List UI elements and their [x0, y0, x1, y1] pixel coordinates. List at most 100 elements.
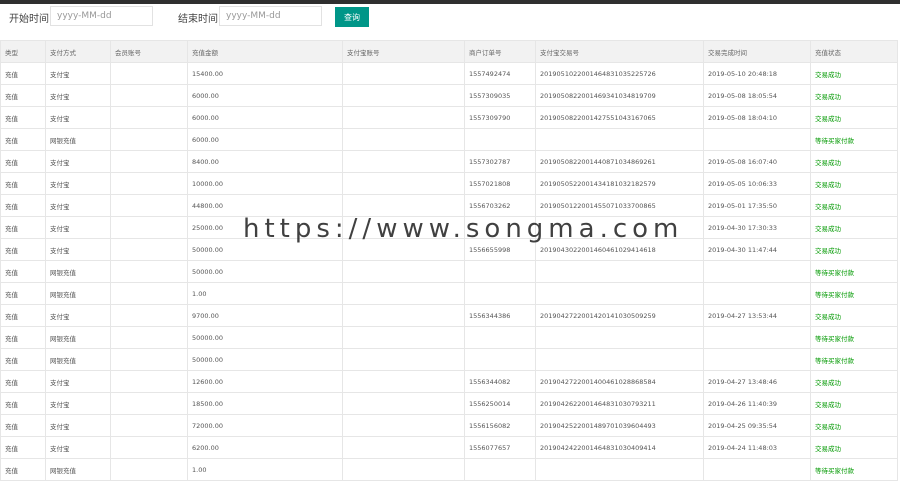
cell-trade: 2019050822001427551043167065 [535, 106, 704, 129]
cell-method: 网银充值 [45, 326, 111, 349]
cell-trade: 2019043022001460461029414618 [535, 238, 704, 261]
cell-type: 充值 [0, 84, 46, 107]
cell-time: 2019-04-25 09:35:54 [703, 414, 811, 437]
cell-time [703, 282, 811, 305]
cell-account [110, 194, 188, 217]
col-time-header: 交易完成时间 [703, 40, 811, 63]
cell-trade: 2019050822001440871034869261 [535, 150, 704, 173]
table-row: 充值 网银充值 1.00 等待买家付款 [0, 458, 898, 481]
cell-order [464, 128, 536, 151]
cell-alipay [342, 436, 465, 459]
col-account-header: 会员账号 [110, 40, 188, 63]
cell-type: 充值 [0, 436, 46, 459]
cell-status: 交易成功 [810, 194, 898, 217]
cell-account [110, 216, 188, 239]
cell-amount: 50000.00 [187, 326, 343, 349]
cell-type: 充值 [0, 194, 46, 217]
end-date-label: 结束时间 [178, 14, 218, 25]
cell-status: 交易成功 [810, 216, 898, 239]
cell-amount: 44800.00 [187, 194, 343, 217]
cell-time: 2019-05-05 10:06:33 [703, 172, 811, 195]
cell-alipay [342, 348, 465, 371]
cell-type: 充值 [0, 62, 46, 85]
cell-order [464, 348, 536, 371]
cell-order: 1557492474 [464, 62, 536, 85]
cell-amount: 9700.00 [187, 304, 343, 327]
cell-method: 支付宝 [45, 304, 111, 327]
cell-alipay [342, 370, 465, 393]
table-row: 充值 支付宝 72000.00 1556156082 20190425220014897… [0, 414, 898, 437]
cell-method: 支付宝 [45, 62, 111, 85]
cell-method: 支付宝 [45, 172, 111, 195]
cell-amount: 6000.00 [187, 84, 343, 107]
cell-type: 充值 [0, 216, 46, 239]
cell-order: 1556344386 [464, 304, 536, 327]
cell-amount: 1.00 [187, 282, 343, 305]
cell-status: 交易成功 [810, 304, 898, 327]
cell-time: 2019-05-08 18:05:54 [703, 84, 811, 107]
start-date-input[interactable] [50, 6, 153, 26]
table-row: 充值 支付宝 50000.00 1556655998 20190430220014604… [0, 238, 898, 261]
cell-account [110, 370, 188, 393]
cell-time [703, 348, 811, 371]
cell-account [110, 106, 188, 129]
table-row: 充值 支付宝 10000.00 1557021808 20190505220014341… [0, 172, 898, 195]
cell-time [703, 128, 811, 151]
cell-order: 1556250014 [464, 392, 536, 415]
cell-status: 等待买家付款 [810, 348, 898, 371]
cell-status: 交易成功 [810, 172, 898, 195]
recharge-table: 类型 支付方式 会员账号 充值金额 支付宝账号 商户订单号 支付宝交易号 交易完… [0, 40, 898, 481]
cell-trade: 2019042722001420141030509259 [535, 304, 704, 327]
cell-status: 等待买家付款 [810, 458, 898, 481]
cell-time: 2019-04-26 11:40:39 [703, 392, 811, 415]
cell-account [110, 282, 188, 305]
col-amount-header: 充值金额 [187, 40, 343, 63]
cell-amount: 12600.00 [187, 370, 343, 393]
cell-trade: 2019042722001400461028868584 [535, 370, 704, 393]
cell-time: 2019-05-10 20:48:18 [703, 62, 811, 85]
cell-type: 充值 [0, 326, 46, 349]
top-bar [0, 0, 900, 4]
cell-method: 支付宝 [45, 84, 111, 107]
cell-method: 支付宝 [45, 150, 111, 173]
cell-trade: 2019050522001434181032182579 [535, 172, 704, 195]
table-row: 充值 支付宝 44800.00 1556703262 20190501220014550… [0, 194, 898, 217]
cell-status: 交易成功 [810, 370, 898, 393]
query-button[interactable]: 查询 [335, 7, 369, 27]
cell-method: 网银充值 [45, 458, 111, 481]
cell-status: 等待买家付款 [810, 326, 898, 349]
end-date-input[interactable] [219, 6, 322, 26]
cell-alipay [342, 260, 465, 283]
cell-type: 充值 [0, 282, 46, 305]
cell-status: 交易成功 [810, 106, 898, 129]
table-row: 充值 支付宝 8400.00 1557302787 201905082200144087… [0, 150, 898, 173]
cell-amount: 8400.00 [187, 150, 343, 173]
cell-alipay [342, 84, 465, 107]
cell-amount: 18500.00 [187, 392, 343, 415]
cell-account [110, 128, 188, 151]
cell-time: 2019-05-08 16:07:40 [703, 150, 811, 173]
cell-account [110, 304, 188, 327]
cell-type: 充值 [0, 458, 46, 481]
cell-order [464, 282, 536, 305]
cell-status: 交易成功 [810, 84, 898, 107]
cell-method: 网银充值 [45, 128, 111, 151]
cell-status: 交易成功 [810, 436, 898, 459]
cell-amount: 15400.00 [187, 62, 343, 85]
cell-alipay [342, 238, 465, 261]
table-row: 充值 网银充值 1.00 等待买家付款 [0, 282, 898, 305]
cell-amount: 10000.00 [187, 172, 343, 195]
cell-order: 1557309790 [464, 106, 536, 129]
cell-type: 充值 [0, 128, 46, 151]
table-row: 充值 支付宝 6000.00 1557309790 201905082200142755… [0, 106, 898, 129]
cell-alipay [342, 172, 465, 195]
cell-trade: 2019051022001464831035225726 [535, 62, 704, 85]
cell-method: 网银充值 [45, 348, 111, 371]
cell-account [110, 62, 188, 85]
cell-trade [535, 326, 704, 349]
cell-method: 支付宝 [45, 194, 111, 217]
table-row: 充值 支付宝 25000.00 2019-04-30 17:30:33 交易成功 [0, 216, 898, 239]
cell-time: 2019-04-27 13:53:44 [703, 304, 811, 327]
col-method-header: 支付方式 [45, 40, 111, 63]
cell-method: 网银充值 [45, 282, 111, 305]
